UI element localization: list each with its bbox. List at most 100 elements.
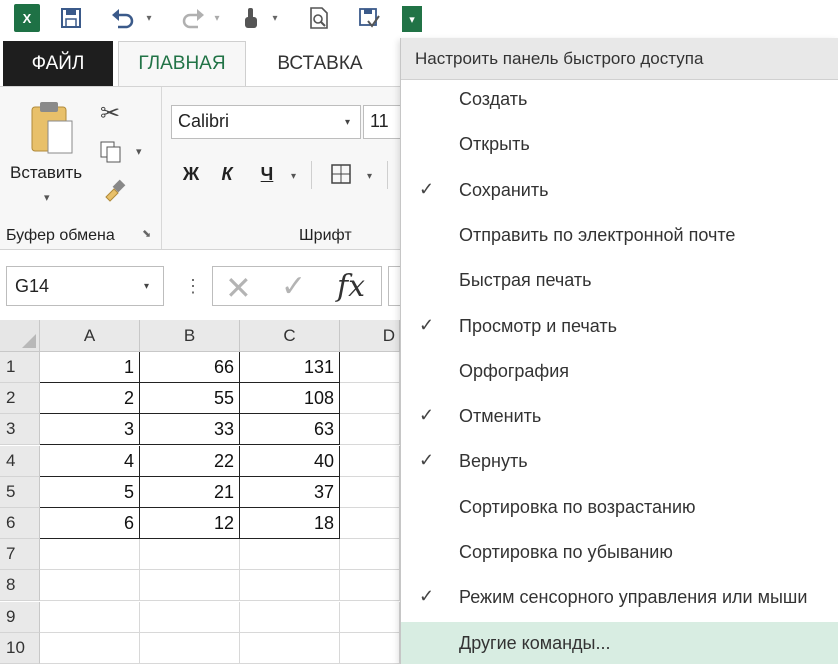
undo-icon[interactable] bbox=[106, 4, 140, 32]
menu-item[interactable]: Открыть bbox=[401, 123, 838, 168]
font-size-select[interactable]: 11 bbox=[363, 105, 400, 139]
row-header[interactable]: 5 bbox=[0, 476, 40, 508]
cell-d10[interactable] bbox=[340, 632, 400, 664]
underline-button[interactable]: Ч bbox=[255, 159, 279, 189]
cell-d2[interactable] bbox=[340, 383, 400, 415]
cell-a3[interactable]: 3 bbox=[40, 414, 140, 446]
cell-c5[interactable]: 37 bbox=[240, 476, 340, 508]
paste-button[interactable]: Вставить bbox=[10, 163, 82, 183]
cell-d1[interactable] bbox=[340, 352, 400, 383]
menu-item[interactable]: ✓ Отменить bbox=[401, 395, 838, 440]
row-header[interactable]: 3 bbox=[0, 414, 40, 446]
menu-item[interactable]: Быстрая печать bbox=[401, 259, 838, 304]
column-header-a[interactable]: A bbox=[40, 320, 140, 352]
cell-d8[interactable] bbox=[340, 570, 400, 602]
cell-c8[interactable] bbox=[240, 570, 340, 602]
cell-a5[interactable]: 5 bbox=[40, 476, 140, 508]
cell-b4[interactable]: 22 bbox=[140, 445, 240, 477]
row-header[interactable]: 8 bbox=[0, 570, 40, 602]
cell-b10[interactable] bbox=[140, 632, 240, 664]
menu-item[interactable]: ✓ Вернуть bbox=[401, 440, 838, 485]
menu-item[interactable]: Создать bbox=[401, 78, 838, 123]
formula-bar-grip-icon[interactable]: ⋮ bbox=[184, 276, 202, 297]
cell-a7[interactable] bbox=[40, 539, 140, 571]
borders-icon[interactable] bbox=[327, 159, 355, 189]
enter-icon[interactable]: ✓ bbox=[281, 269, 306, 304]
menu-item[interactable]: ✓ Сохранить bbox=[401, 169, 838, 214]
cell-b2[interactable]: 55 bbox=[140, 383, 240, 415]
column-header-c[interactable]: C bbox=[240, 320, 340, 352]
menu-item[interactable]: Другие команды... bbox=[401, 621, 838, 664]
cell-b9[interactable] bbox=[140, 601, 240, 633]
cell-d5[interactable] bbox=[340, 476, 400, 508]
cell-c2[interactable]: 108 bbox=[240, 383, 340, 415]
tab-insert[interactable]: ВСТАВКА bbox=[260, 41, 380, 86]
row-header[interactable]: 9 bbox=[0, 601, 40, 633]
cell-d3[interactable] bbox=[340, 414, 400, 446]
cell-c1[interactable]: 131 bbox=[240, 352, 340, 383]
italic-button[interactable]: К bbox=[215, 159, 239, 189]
formula-input[interactable] bbox=[388, 266, 400, 306]
column-header-b[interactable]: B bbox=[140, 320, 240, 352]
paste-dropdown-icon[interactable]: ▾ bbox=[44, 191, 50, 204]
format-painter-icon[interactable] bbox=[102, 177, 128, 203]
underline-dropdown-icon[interactable]: ▾ bbox=[291, 171, 296, 182]
cell-d6[interactable] bbox=[340, 508, 400, 539]
copy-dropdown-icon[interactable]: ▾ bbox=[136, 145, 142, 158]
touch-dropdown-icon[interactable]: ▾ bbox=[268, 4, 282, 32]
menu-item[interactable]: ✓ Просмотр и печать bbox=[401, 305, 838, 350]
save-icon[interactable] bbox=[56, 4, 86, 32]
font-name-dropdown-icon[interactable]: ▾ bbox=[345, 117, 350, 128]
bold-button[interactable]: Ж bbox=[179, 159, 203, 189]
cell-a9[interactable] bbox=[40, 601, 140, 633]
touch-mode-icon[interactable] bbox=[236, 4, 266, 32]
name-box-dropdown-icon[interactable]: ▾ bbox=[144, 281, 149, 292]
cell-c9[interactable] bbox=[240, 601, 340, 633]
row-header[interactable]: 10 bbox=[0, 632, 40, 664]
cell-b3[interactable]: 33 bbox=[140, 414, 240, 446]
column-header-d[interactable]: D bbox=[340, 320, 400, 352]
row-header[interactable]: 2 bbox=[0, 383, 40, 415]
cell-d9[interactable] bbox=[340, 601, 400, 633]
cancel-icon[interactable]: ✕ bbox=[225, 269, 252, 307]
cell-d7[interactable] bbox=[340, 539, 400, 571]
tab-home[interactable]: ГЛАВНАЯ bbox=[118, 41, 246, 86]
cell-c7[interactable] bbox=[240, 539, 340, 571]
menu-item[interactable]: ✓ Режим сенсорного управления или мыши bbox=[401, 576, 838, 621]
font-name-select[interactable]: Calibri bbox=[171, 105, 361, 139]
cell-a2[interactable]: 2 bbox=[40, 383, 140, 415]
cell-b1[interactable]: 66 bbox=[140, 352, 240, 383]
undo-dropdown-icon[interactable]: ▾ bbox=[142, 4, 156, 32]
spellcheck-icon[interactable] bbox=[354, 4, 384, 32]
name-box[interactable]: G14 bbox=[6, 266, 164, 306]
cell-d4[interactable] bbox=[340, 445, 400, 477]
cell-c6[interactable]: 18 bbox=[240, 508, 340, 539]
menu-item[interactable]: Отправить по электронной почте bbox=[401, 214, 838, 259]
cell-c3[interactable]: 63 bbox=[240, 414, 340, 446]
cell-a6[interactable]: 6 bbox=[40, 508, 140, 539]
cell-c10[interactable] bbox=[240, 632, 340, 664]
dialog-launcher-icon[interactable]: ⬊ bbox=[142, 227, 151, 240]
cell-a1[interactable]: 1 bbox=[40, 352, 140, 383]
row-header[interactable]: 1 bbox=[0, 352, 40, 383]
cell-b8[interactable] bbox=[140, 570, 240, 602]
menu-item[interactable]: Сортировка по убыванию bbox=[401, 531, 838, 576]
cell-a4[interactable]: 4 bbox=[40, 445, 140, 477]
row-header[interactable]: 6 bbox=[0, 508, 40, 539]
insert-function-icon[interactable]: fx bbox=[337, 269, 365, 304]
paste-icon[interactable] bbox=[28, 99, 76, 157]
customize-dropdown-icon[interactable]: ▾ bbox=[402, 6, 422, 32]
cell-b5[interactable]: 21 bbox=[140, 476, 240, 508]
redo-dropdown-icon[interactable]: ▾ bbox=[210, 4, 224, 32]
cell-c4[interactable]: 40 bbox=[240, 445, 340, 477]
tab-file[interactable]: ФАЙЛ bbox=[3, 41, 113, 86]
cut-icon[interactable]: ✂ bbox=[100, 99, 120, 128]
borders-dropdown-icon[interactable]: ▾ bbox=[367, 171, 372, 182]
row-header[interactable]: 4 bbox=[0, 445, 40, 477]
menu-item[interactable]: Орфография bbox=[401, 350, 838, 395]
cell-b6[interactable]: 12 bbox=[140, 508, 240, 539]
menu-item[interactable]: Сортировка по возрастанию bbox=[401, 486, 838, 531]
row-header[interactable]: 7 bbox=[0, 539, 40, 571]
cell-a10[interactable] bbox=[40, 632, 140, 664]
select-all-corner[interactable] bbox=[0, 320, 40, 352]
